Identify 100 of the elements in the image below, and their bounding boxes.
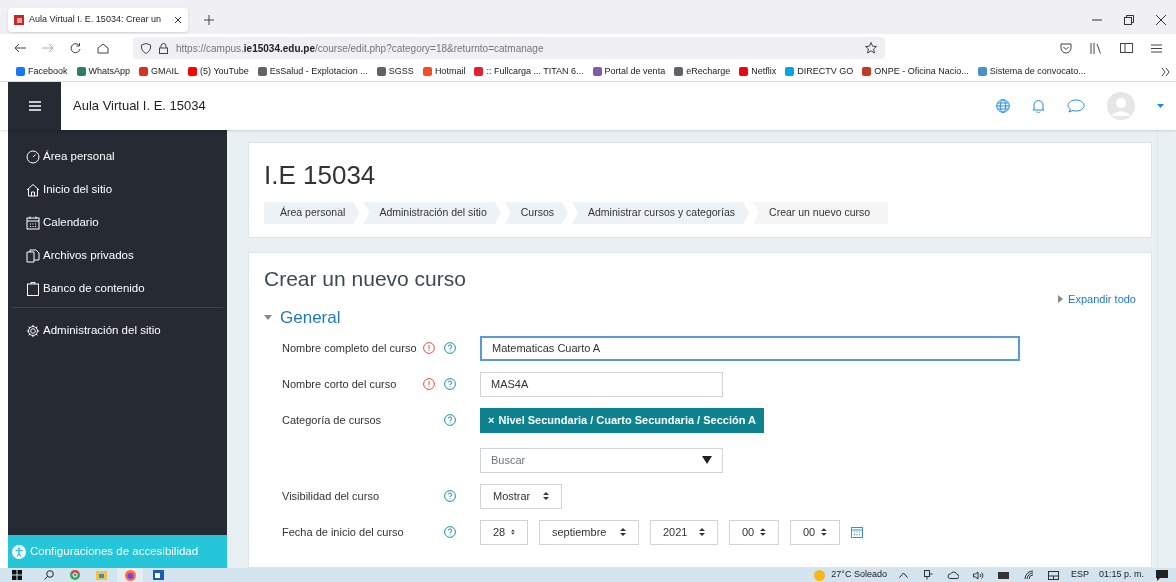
sort-arrows-icon: [511, 528, 515, 536]
input-field[interactable]: MAS4A: [480, 371, 723, 397]
library-icon[interactable]: [1090, 42, 1102, 54]
tab-title: Aula Virtual I. E. 15034: Crear un: [29, 13, 162, 27]
back-icon[interactable]: [14, 43, 26, 53]
chat-icon[interactable]: [1067, 99, 1085, 113]
breadcrumb-item[interactable]: Cursos: [504, 202, 569, 224]
close-icon[interactable]: [174, 16, 182, 24]
clock[interactable]: 01:15 p. m.: [1098, 568, 1144, 582]
wifi-icon[interactable]: [1023, 570, 1034, 580]
bookmark-link[interactable]: ONPE - Oficina Nacio...: [862, 64, 969, 79]
search-icon[interactable]: [44, 570, 54, 580]
site-logo-icon: [14, 15, 24, 25]
gear-icon: [26, 323, 40, 338]
bookmark-link[interactable]: Facebook: [16, 64, 68, 79]
input-field[interactable]: Matematicas Cuarto A: [480, 335, 1020, 361]
sidebar-item[interactable]: Banco de contenido: [8, 272, 227, 305]
select-field[interactable]: 00: [790, 519, 840, 545]
caret-icon: [1058, 295, 1064, 304]
close-icon[interactable]: [1156, 15, 1166, 25]
speaker-icon[interactable]: [972, 570, 984, 580]
browser-tab[interactable]: Aula Virtual I. E. 15034: Crear un: [8, 8, 188, 32]
bookmark-link[interactable]: DIRECTV GO: [785, 64, 854, 79]
select-field[interactable]: 28: [480, 519, 528, 545]
calendar-icon[interactable]: [851, 526, 863, 538]
sidebar-item[interactable]: Administración del sitio: [8, 314, 227, 347]
field-label: Nombre completo del curso: [282, 340, 417, 356]
notification-icon[interactable]: [1156, 569, 1168, 581]
bookmark-link[interactable]: SGSS: [376, 64, 414, 79]
star-icon[interactable]: [865, 42, 877, 54]
category-tag[interactable]: × Nivel Secundaria / Cuarto Secundaria / Sección A: [480, 407, 764, 433]
bookmark-link[interactable]: (5) YouTube: [188, 64, 249, 79]
bookmark-link[interactable]: Sistema de convocato...: [977, 64, 1086, 79]
restore-icon[interactable]: [1124, 15, 1134, 25]
chrome-icon[interactable]: [70, 570, 80, 580]
breadcrumb-item[interactable]: Administración del sitio: [363, 202, 501, 224]
bell-icon[interactable]: [1032, 99, 1045, 113]
pocket-icon[interactable]: [1060, 42, 1072, 54]
sort-arrows-icon: [543, 492, 549, 500]
chevron-up-icon[interactable]: [898, 572, 908, 578]
bookmark-link[interactable]: Portal de venta: [592, 64, 666, 79]
select-field[interactable]: 2021: [650, 519, 718, 545]
more-bookmarks-icon[interactable]: [1161, 67, 1170, 76]
language-indicator[interactable]: ESP: [1070, 568, 1089, 582]
bookmark-link[interactable]: WhatsApp: [76, 64, 131, 79]
site-name[interactable]: Aula Virtual I. E. 15034: [73, 96, 206, 116]
sidebar-item[interactable]: Inicio del sitio: [8, 173, 227, 206]
reload-icon[interactable]: [70, 42, 81, 54]
bookmark-link[interactable]: EsSalud - Explotacion ...: [257, 64, 368, 79]
help-icon[interactable]: [444, 414, 456, 426]
bookmark-link[interactable]: Hotmail: [422, 64, 466, 79]
form-title: Crear un nuevo curso: [264, 266, 467, 292]
page-title: I.E 15034: [264, 159, 377, 191]
sort-arrows-icon: [699, 528, 705, 536]
sun-icon: [814, 569, 826, 581]
calendar-icon: [26, 215, 40, 230]
select-field[interactable]: 00: [729, 519, 779, 545]
sidebar-icon[interactable]: [1120, 43, 1133, 53]
help-icon[interactable]: [444, 342, 456, 354]
help-icon[interactable]: [444, 378, 456, 390]
address-bar[interactable]: https://campus.ie15034.edu.pe/course/edit.php?category=18&returnto=catmanage: [133, 37, 885, 59]
globe-icon[interactable]: [996, 99, 1010, 113]
help-icon[interactable]: [444, 490, 456, 502]
menu-icon[interactable]: [1151, 43, 1162, 53]
home-icon[interactable]: [97, 42, 109, 54]
display-icon[interactable]: [1047, 570, 1059, 580]
help-icon[interactable]: [444, 526, 456, 538]
folder-icon[interactable]: [96, 570, 107, 580]
sort-arrows-icon: [620, 528, 626, 536]
search-field[interactable]: Buscar: [480, 447, 723, 473]
select-field[interactable]: Mostrar: [480, 483, 562, 509]
battery-icon[interactable]: [997, 571, 1010, 579]
word-icon[interactable]: [153, 570, 164, 580]
cloud-icon[interactable]: [946, 571, 959, 579]
section-toggle[interactable]: General: [264, 307, 341, 328]
remove-icon[interactable]: ×: [488, 411, 495, 429]
bookmark-link[interactable]: eRecharge: [674, 64, 731, 79]
breadcrumb-item[interactable]: Administrar cursos y categorías: [572, 202, 750, 224]
sort-arrows-icon: [821, 528, 827, 536]
bookmark-link[interactable]: :: Fullcarga ... TITAN 6...: [474, 64, 584, 79]
expand-all-link[interactable]: Expandir todo: [1058, 291, 1136, 308]
windows-icon[interactable]: [12, 570, 22, 580]
field-label: Categoría de cursos: [282, 412, 382, 428]
sidebar-item[interactable]: Área personal: [8, 140, 227, 173]
sidebar-item[interactable]: Calendario: [8, 206, 227, 239]
new-tab-icon[interactable]: [204, 15, 214, 25]
dropdown-arrow-icon: [702, 456, 712, 464]
breadcrumb-item[interactable]: Crear un nuevo curso: [753, 202, 889, 224]
caret-icon[interactable]: [1157, 104, 1164, 108]
sidebar-item[interactable]: Archivos privados: [8, 239, 227, 272]
breadcrumb-item[interactable]: Área personal: [264, 202, 360, 224]
bookmark-link[interactable]: Netflix: [739, 64, 777, 79]
firefox-icon[interactable]: [124, 569, 136, 581]
field-label: Fecha de inicio del curso: [282, 524, 404, 540]
network-icon[interactable]: [923, 570, 933, 580]
dashboard-icon: [26, 149, 40, 164]
bookmark-link[interactable]: GMAIL: [139, 64, 180, 79]
files-icon: [26, 248, 40, 263]
select-field[interactable]: septiembre: [539, 519, 639, 545]
weather-text[interactable]: 27°C Soleado: [831, 568, 887, 582]
